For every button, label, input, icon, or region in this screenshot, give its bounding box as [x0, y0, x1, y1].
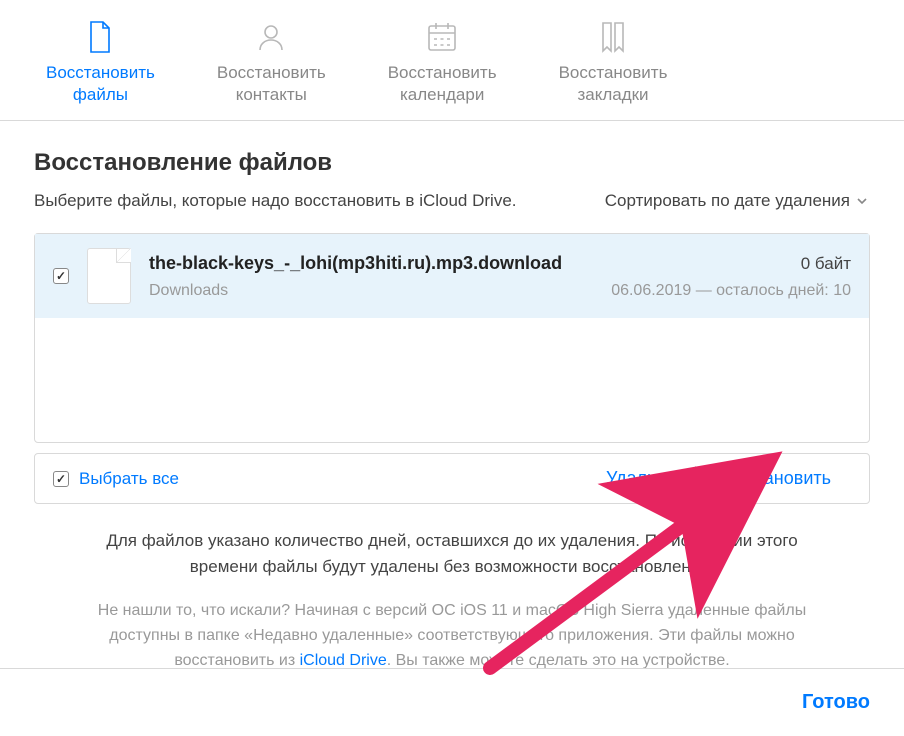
content-area: Восстановление файлов Выберите файлы, ко…	[0, 121, 904, 683]
page-title: Восстановление файлов	[34, 149, 870, 177]
file-location: Downloads	[149, 282, 228, 300]
select-all[interactable]: Выбрать все	[53, 469, 179, 489]
subtitle-text: Выберите файлы, которые надо восстановит…	[34, 191, 517, 211]
file-list: the-black-keys_-_lohi(mp3hiti.ru).mp3.do…	[34, 233, 870, 443]
calendar-icon	[423, 18, 461, 56]
done-button[interactable]: Готово	[802, 691, 870, 714]
tab-restore-contacts[interactable]: Восстановить контакты	[201, 10, 342, 120]
note-suffix: . Вы также можете сделать это на устройс…	[387, 652, 730, 669]
chevron-down-icon	[856, 194, 870, 208]
footer: Готово	[0, 668, 904, 736]
tab-label-line2: контакты	[236, 84, 307, 106]
select-all-label: Выбрать все	[79, 469, 179, 489]
action-bar: Выбрать все Удалить Восстановить	[34, 453, 870, 504]
note-text: Не нашли то, что искали? Начиная с верси…	[34, 589, 870, 673]
tab-restore-bookmarks[interactable]: Восстановить закладки	[543, 10, 684, 120]
select-all-checkbox[interactable]	[53, 471, 69, 487]
info-text: Для файлов указано количество дней, оста…	[34, 504, 870, 589]
tab-bar: Восстановить файлы Восстановить контакты…	[0, 0, 904, 121]
file-info: the-black-keys_-_lohi(mp3hiti.ru).mp3.do…	[149, 253, 851, 300]
tab-restore-calendars[interactable]: Восстановить календари	[372, 10, 513, 120]
file-size: 0 байт	[801, 254, 851, 274]
file-checkbox[interactable]	[53, 268, 69, 284]
bookmark-icon	[594, 18, 632, 56]
tab-label-line1: Восстановить	[217, 62, 326, 84]
icloud-drive-link[interactable]: iCloud Drive	[300, 652, 387, 669]
contact-icon	[252, 18, 290, 56]
sort-label: Сортировать по дате удаления	[605, 191, 850, 211]
tab-label-line2: закладки	[577, 84, 648, 106]
file-row[interactable]: the-black-keys_-_lohi(mp3hiti.ru).mp3.do…	[35, 234, 869, 318]
subtitle-row: Выберите файлы, которые надо восстановит…	[34, 191, 870, 211]
tab-label-line1: Восстановить	[388, 62, 497, 84]
tab-label-line2: календари	[400, 84, 484, 106]
file-expiry: 06.06.2019 — осталось дней: 10	[611, 282, 851, 300]
sort-dropdown[interactable]: Сортировать по дате удаления	[605, 191, 870, 211]
tab-restore-files[interactable]: Восстановить файлы	[30, 10, 171, 120]
file-icon	[81, 18, 119, 56]
document-icon	[87, 248, 131, 304]
tab-label-line2: файлы	[73, 84, 128, 106]
delete-button[interactable]: Удалить	[586, 464, 695, 493]
tab-label-line1: Восстановить	[46, 62, 155, 84]
tab-label-line1: Восстановить	[559, 62, 668, 84]
restore-button[interactable]: Восстановить	[696, 464, 851, 493]
file-name: the-black-keys_-_lohi(mp3hiti.ru).mp3.do…	[149, 253, 562, 274]
